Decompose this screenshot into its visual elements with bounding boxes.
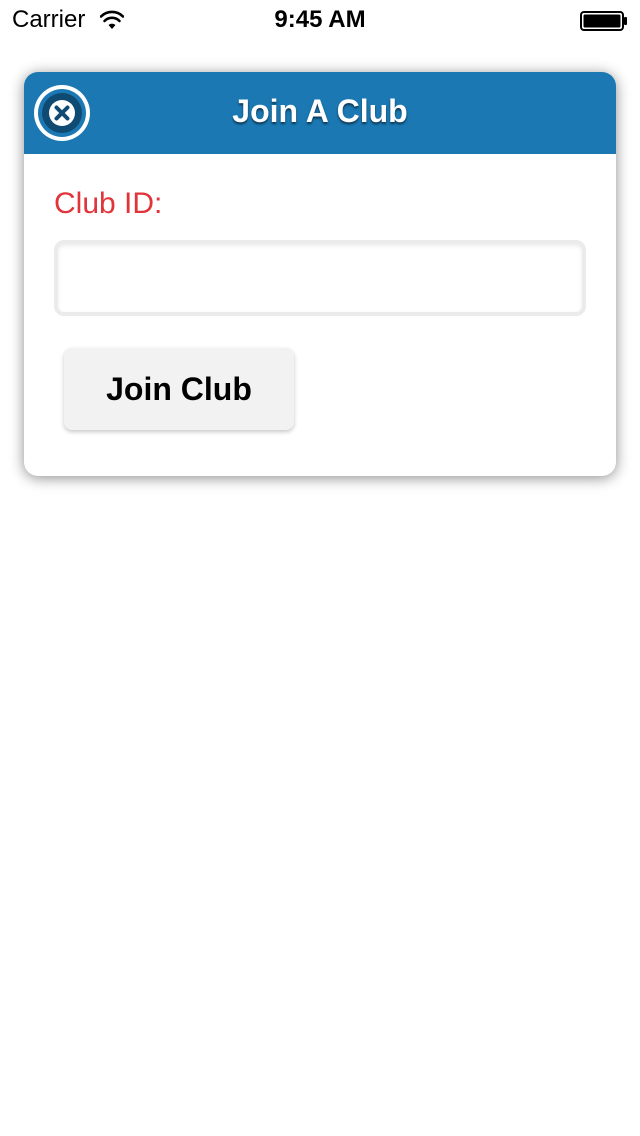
- dialog-header: Join A Club: [24, 72, 616, 154]
- screen: Carrier 9:45 AM Join A Club Club ID: Joi…: [0, 0, 640, 1136]
- dialog-title: Join A Club: [232, 93, 408, 129]
- join-club-dialog: Join A Club Club ID: Join Club: [24, 72, 616, 476]
- battery-full-icon: [580, 11, 627, 31]
- close-icon: [49, 100, 75, 126]
- join-club-button[interactable]: Join Club: [64, 348, 294, 430]
- status-time: 9:45 AM: [274, 6, 366, 33]
- status-bar: Carrier 9:45 AM: [0, 0, 640, 40]
- club-id-label: Club ID:: [54, 187, 163, 220]
- close-button[interactable]: [34, 85, 90, 141]
- club-id-input[interactable]: [54, 240, 586, 316]
